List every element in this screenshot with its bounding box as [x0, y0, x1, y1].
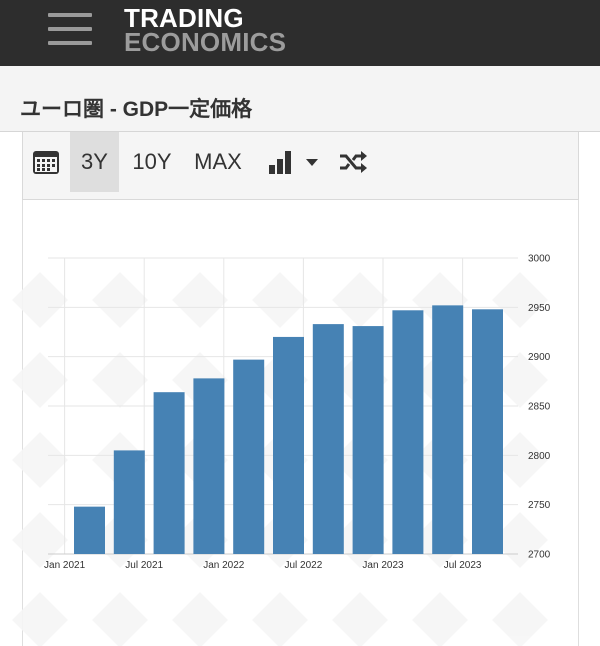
chart-card: [22, 132, 579, 646]
calendar-icon: [33, 151, 59, 174]
top-bar: TRADING ECONOMICS: [0, 0, 600, 66]
shuffle-button[interactable]: [333, 132, 373, 192]
range-10y-button[interactable]: 10Y: [123, 132, 181, 192]
bar-chart-icon: [269, 151, 291, 174]
calendar-button[interactable]: [23, 132, 69, 192]
title-bar: ユーロ圏 - GDP一定価格: [0, 66, 600, 132]
menu-icon[interactable]: [48, 13, 92, 45]
logo-line2: ECONOMICS: [124, 27, 287, 57]
shuffle-icon: [340, 151, 367, 173]
page-title: ユーロ圏 - GDP一定価格: [20, 98, 253, 121]
chart-toolbar: 3Y 10Y MAX: [22, 132, 579, 200]
range-max-button[interactable]: MAX: [185, 132, 251, 192]
chart-type-button[interactable]: [263, 132, 325, 192]
range-3y-button[interactable]: 3Y: [70, 132, 119, 192]
chevron-down-icon: [306, 159, 318, 166]
logo[interactable]: TRADING ECONOMICS: [124, 5, 287, 57]
